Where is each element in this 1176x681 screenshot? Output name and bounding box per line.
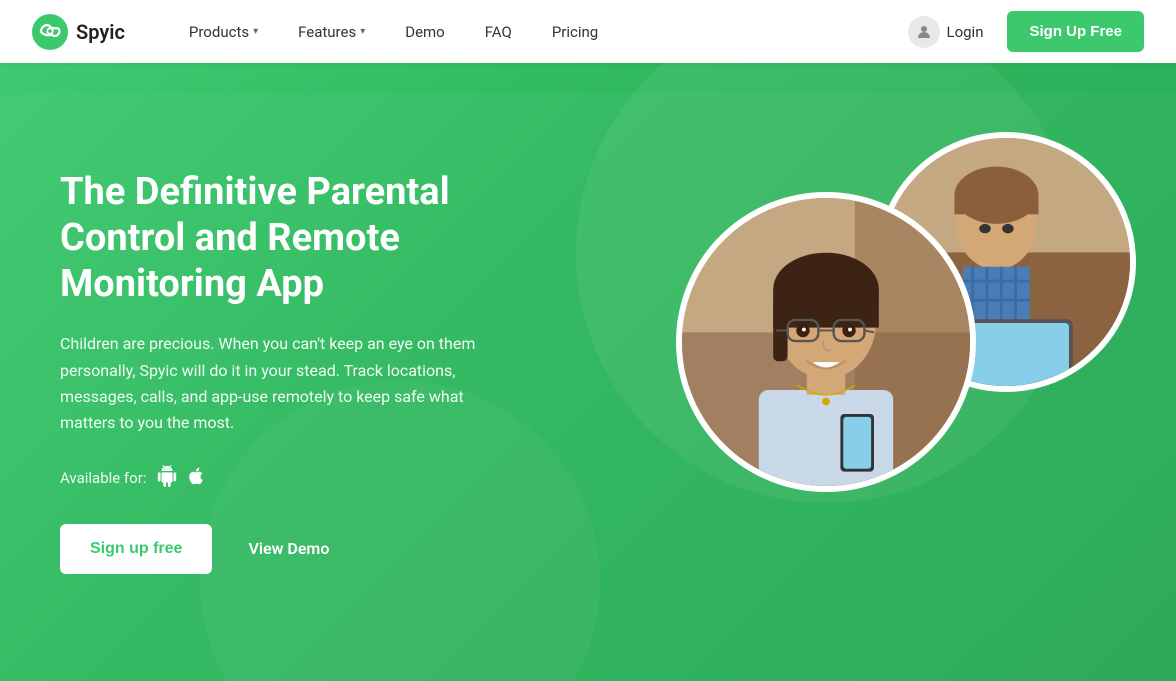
- nav-products[interactable]: Products ▾: [173, 15, 274, 49]
- platform-icons: [156, 465, 206, 492]
- available-for: Available for:: [60, 465, 580, 492]
- android-icon: [156, 465, 178, 492]
- hero-woman-image: [676, 192, 976, 492]
- signup-button[interactable]: Sign Up Free: [1007, 11, 1144, 52]
- brand-name: Spyic: [76, 20, 125, 44]
- nav-links: Products ▾ Features ▾ Demo FAQ Pricing: [173, 15, 897, 49]
- hero-buttons: Sign up free View Demo: [60, 524, 580, 574]
- hero-description: Children are precious. When you can't ke…: [60, 331, 500, 437]
- hero-signup-button[interactable]: Sign up free: [60, 524, 212, 574]
- nav-faq[interactable]: FAQ: [469, 15, 528, 49]
- hero-section: The Definitive Parental Control and Remo…: [0, 63, 1176, 681]
- hero-images: [616, 132, 1136, 612]
- hero-title: The Definitive Parental Control and Remo…: [60, 170, 580, 307]
- nav-demo[interactable]: Demo: [389, 15, 461, 49]
- user-icon: [908, 16, 940, 48]
- navbar-right: Login Sign Up Free: [896, 8, 1144, 56]
- features-chevron-icon: ▾: [360, 26, 365, 37]
- nav-pricing[interactable]: Pricing: [536, 15, 614, 49]
- apple-icon: [186, 466, 206, 491]
- login-button[interactable]: Login: [896, 8, 995, 56]
- hero-demo-button[interactable]: View Demo: [228, 525, 349, 572]
- brand-logo[interactable]: Spyic: [32, 14, 125, 50]
- navbar: Spyic Products ▾ Features ▾ Demo FAQ Pri…: [0, 0, 1176, 63]
- products-chevron-icon: ▾: [253, 26, 258, 37]
- nav-features[interactable]: Features ▾: [282, 15, 381, 49]
- hero-content: The Definitive Parental Control and Remo…: [60, 170, 580, 573]
